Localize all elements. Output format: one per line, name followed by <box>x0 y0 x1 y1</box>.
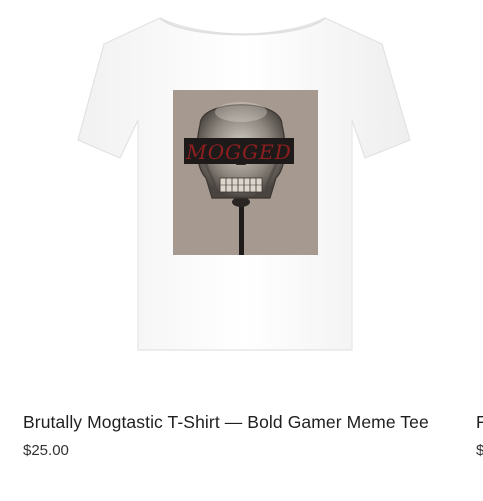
print-text: MOGGED <box>185 140 291 164</box>
product-image[interactable]: MOGGED <box>0 0 470 390</box>
product-price: $25.00 <box>23 442 69 459</box>
next-product-title[interactable]: F <box>476 412 483 433</box>
product-card[interactable]: MOGGED Brutally Mogtastic T-Shirt — Bold… <box>0 0 470 501</box>
next-product-price: $ <box>476 442 483 459</box>
next-product-card-partial[interactable]: F $ <box>476 0 483 501</box>
product-grid: MOGGED Brutally Mogtastic T-Shirt — Bold… <box>0 0 483 501</box>
stake <box>239 200 244 255</box>
product-title[interactable]: Brutally Mogtastic T-Shirt — Bold Gamer … <box>23 412 429 433</box>
